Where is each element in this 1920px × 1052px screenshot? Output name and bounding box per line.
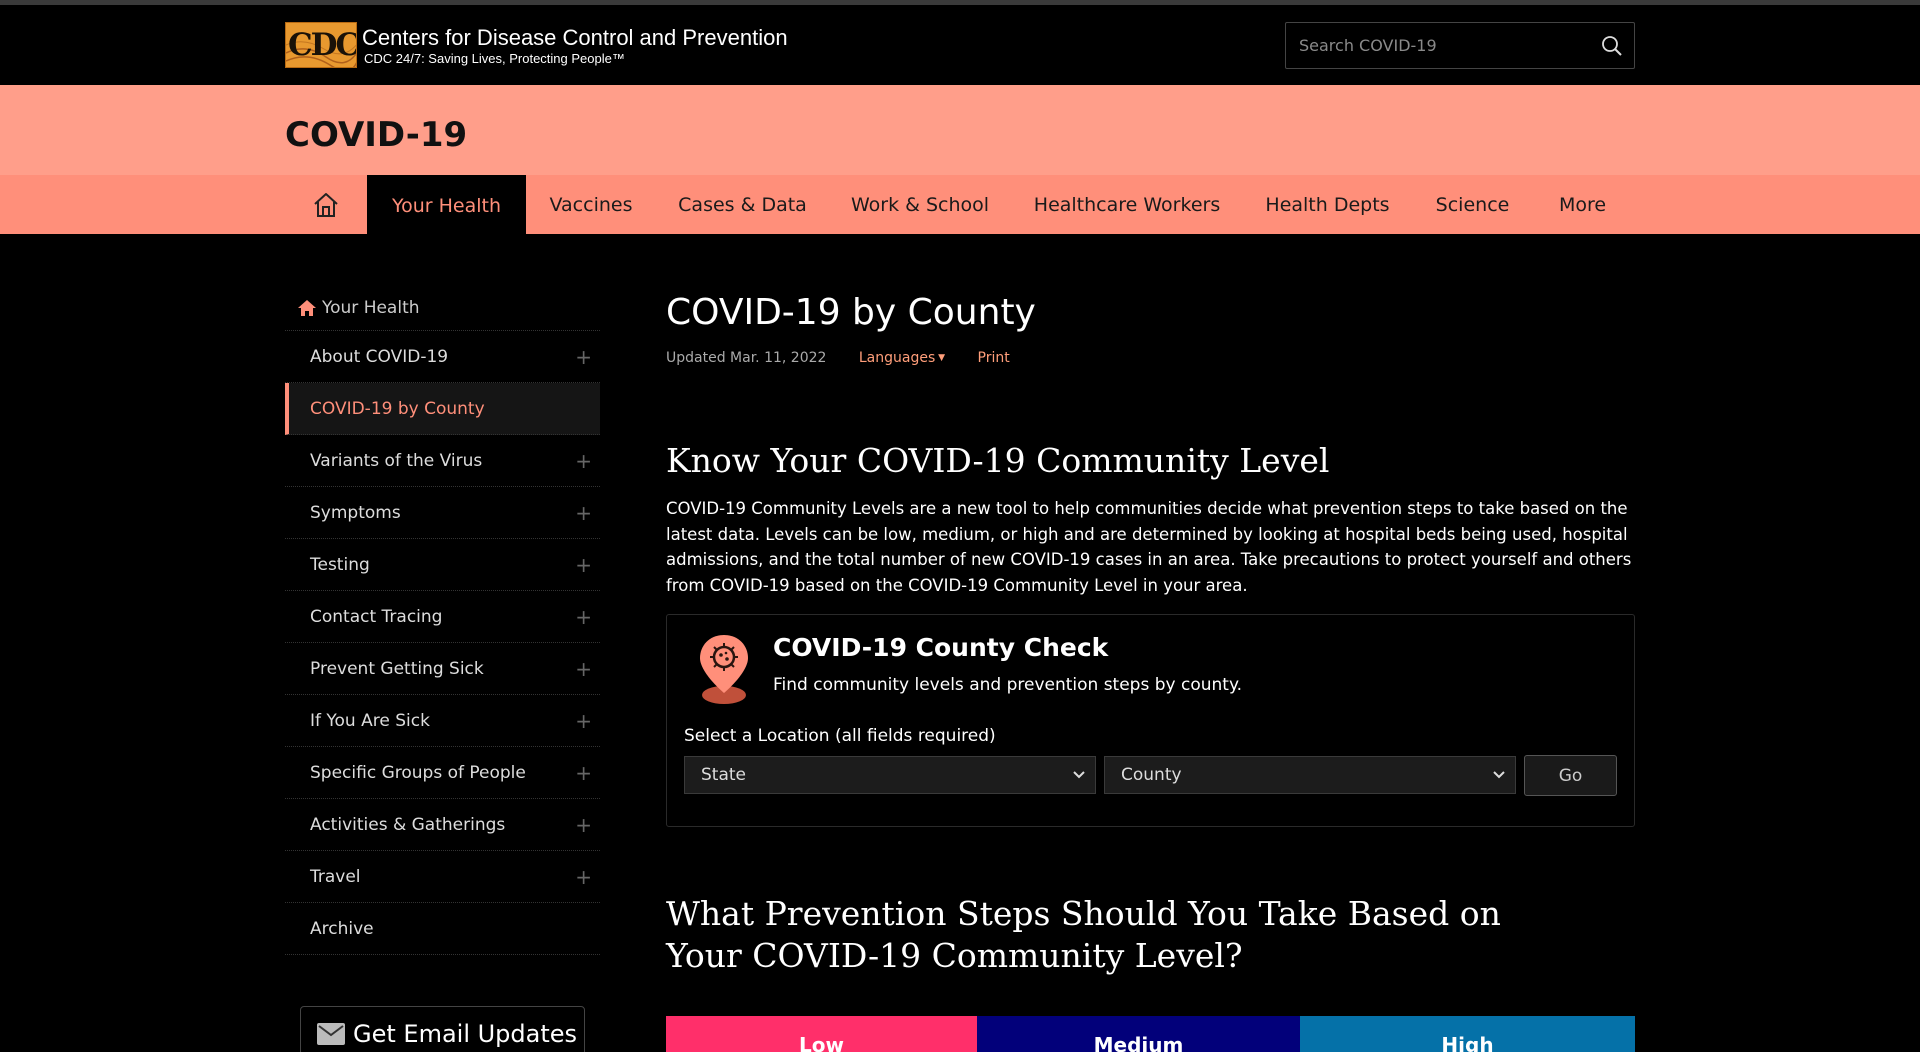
level-tab-high[interactable]: High [1300, 1016, 1635, 1052]
main-nav: Your Health Vaccines Cases & Data Work &… [0, 175, 1920, 234]
cdc-logo[interactable]: CDC [285, 22, 357, 68]
sidebar-item-variants[interactable]: Variants of the Virus + [285, 435, 600, 487]
sidebar-home[interactable]: Your Health [285, 285, 600, 331]
county-check-subtitle: Find community levels and prevention ste… [773, 675, 1242, 695]
home-icon [298, 299, 316, 316]
county-select[interactable]: County [1104, 756, 1516, 794]
envelope-icon [317, 1023, 345, 1045]
expand-icon[interactable]: + [575, 449, 592, 473]
expand-icon[interactable]: + [575, 345, 592, 369]
sidebar-item-label: Activities & Gatherings [310, 814, 506, 835]
sidebar-item-travel[interactable]: Travel + [285, 851, 600, 903]
home-icon [314, 192, 338, 217]
search-box [1285, 22, 1635, 69]
expand-icon[interactable]: + [575, 709, 592, 733]
page-meta: Updated Mar. 11, 2022 Languages ▼ Print [666, 350, 1010, 366]
languages-label: Languages [858, 350, 936, 366]
expand-icon[interactable]: + [575, 813, 592, 837]
nav-science[interactable]: Science [1430, 175, 1515, 234]
sidebar-home-label: Your Health [322, 297, 420, 318]
sidebar-item-label: Contact Tracing [310, 606, 443, 627]
page-title: COVID-19 by County [666, 292, 1036, 333]
sidebar-item-archive[interactable]: Archive [285, 903, 600, 955]
caret-down-icon: ▼ [935, 353, 946, 363]
site-title[interactable]: COVID-19 [285, 115, 467, 155]
languages-dropdown[interactable]: Languages ▼ [859, 350, 945, 366]
section-heading-community-level: Know Your COVID-19 Community Level [666, 441, 1330, 480]
state-select[interactable]: State [684, 756, 1096, 794]
nav-cases-data[interactable]: Cases & Data [670, 175, 815, 234]
expand-icon[interactable]: + [575, 761, 592, 785]
community-level-description: COVID-19 Community Levels are a new tool… [666, 499, 1632, 595]
section-heading-prevention-steps: What Prevention Steps Should You Take Ba… [666, 894, 1501, 975]
sidebar-item-label: Symptoms [310, 502, 401, 523]
sidebar-item-prevent[interactable]: Prevent Getting Sick + [285, 643, 600, 695]
sidebar-item-specific-groups[interactable]: Specific Groups of People + [285, 747, 600, 799]
sidebar-item-if-sick[interactable]: If You Are Sick + [285, 695, 600, 747]
nav-work-school[interactable]: Work & School [838, 175, 1002, 234]
sidebar: Your Health About COVID-19 + COVID-19 by … [285, 285, 600, 955]
sidebar-item-activities[interactable]: Activities & Gatherings + [285, 799, 600, 851]
nav-more[interactable]: More [1540, 175, 1625, 234]
chevron-down-icon [1073, 771, 1085, 779]
sidebar-item-by-county[interactable]: COVID-19 by County [285, 383, 600, 435]
level-tab-medium[interactable]: Medium [977, 1016, 1300, 1052]
chevron-down-icon [1493, 771, 1505, 779]
nav-health-depts[interactable]: Health Depts [1250, 175, 1405, 234]
sidebar-item-label: Variants of the Virus [310, 450, 483, 471]
search-button[interactable] [1598, 32, 1626, 60]
search-icon [1602, 36, 1622, 56]
site-header: CDC Centers for Disease Control and Prev… [0, 5, 1920, 85]
location-virus-icon [700, 635, 748, 704]
email-updates-button[interactable]: Get Email Updates [300, 1006, 585, 1052]
nav-home[interactable] [285, 175, 367, 234]
email-updates-label: Get Email Updates [353, 1020, 578, 1048]
sidebar-item-about[interactable]: About COVID-19 + [285, 331, 600, 383]
nav-your-health[interactable]: Your Health [367, 175, 526, 234]
print-link[interactable]: Print [978, 350, 1010, 366]
agency-name[interactable]: Centers for Disease Control and Preventi… [362, 25, 788, 51]
expand-icon[interactable]: + [575, 605, 592, 629]
sidebar-item-label: Prevent Getting Sick [310, 658, 484, 679]
expand-icon[interactable]: + [575, 501, 592, 525]
county-check-card: COVID-19 County Check Find community lev… [666, 614, 1635, 827]
sidebar-item-testing[interactable]: Testing + [285, 539, 600, 591]
search-input[interactable] [1286, 23, 1586, 68]
sidebar-item-label: If You Are Sick [310, 710, 430, 731]
expand-icon[interactable]: + [575, 657, 592, 681]
nav-vaccines[interactable]: Vaccines [537, 175, 645, 234]
expand-icon[interactable]: + [575, 553, 592, 577]
sidebar-item-symptoms[interactable]: Symptoms + [285, 487, 600, 539]
nav-healthcare-workers[interactable]: Healthcare Workers [1027, 175, 1227, 234]
agency-tagline: CDC 24/7: Saving Lives, Protecting Peopl… [364, 51, 625, 66]
sidebar-item-label: Travel [310, 866, 361, 887]
state-select-value: State [701, 765, 746, 785]
sidebar-item-contact-tracing[interactable]: Contact Tracing + [285, 591, 600, 643]
updated-date: Updated Mar. 11, 2022 [666, 350, 827, 366]
sidebar-item-label: COVID-19 by County [310, 398, 485, 419]
level-tab-low[interactable]: Low [666, 1016, 977, 1052]
logo-text: CDC [288, 27, 357, 63]
sidebar-item-label: Specific Groups of People [310, 762, 526, 783]
expand-icon[interactable]: + [575, 865, 592, 889]
location-label: Select a Location (all fields required) [684, 726, 996, 746]
sidebar-item-label: About COVID-19 [310, 346, 449, 367]
county-check-title: COVID-19 County Check [773, 633, 1109, 662]
sidebar-item-label: Archive [310, 918, 374, 939]
sidebar-item-label: Testing [310, 554, 370, 575]
community-level-tabs: Low Medium High [666, 1016, 1635, 1052]
site-title-band: COVID-19 [0, 85, 1920, 175]
go-button[interactable]: Go [1524, 755, 1617, 796]
county-select-value: County [1121, 765, 1182, 785]
